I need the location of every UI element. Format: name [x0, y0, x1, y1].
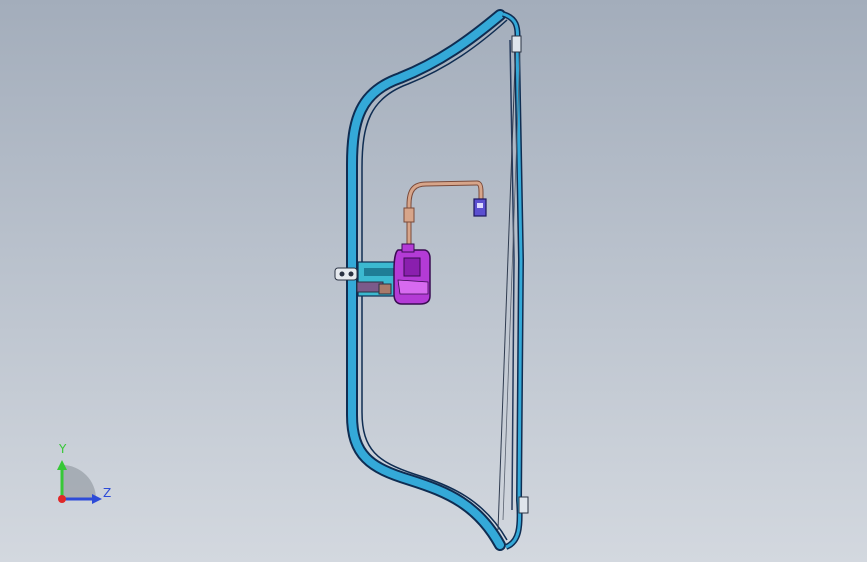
regulator-motor[interactable] — [393, 243, 431, 305]
view-orientation-triad[interactable] — [44, 438, 124, 518]
connector-plug[interactable] — [473, 198, 487, 217]
window-regulator-model[interactable] — [0, 0, 867, 562]
mounting-bracket[interactable] — [334, 261, 403, 297]
z-axis-label: Z — [103, 486, 112, 500]
y-axis-label: Y — [59, 442, 67, 456]
wire-harness[interactable] — [403, 180, 484, 250]
graphics-viewport[interactable]: Y Z — [0, 0, 867, 562]
triad-graphic — [57, 460, 102, 504]
